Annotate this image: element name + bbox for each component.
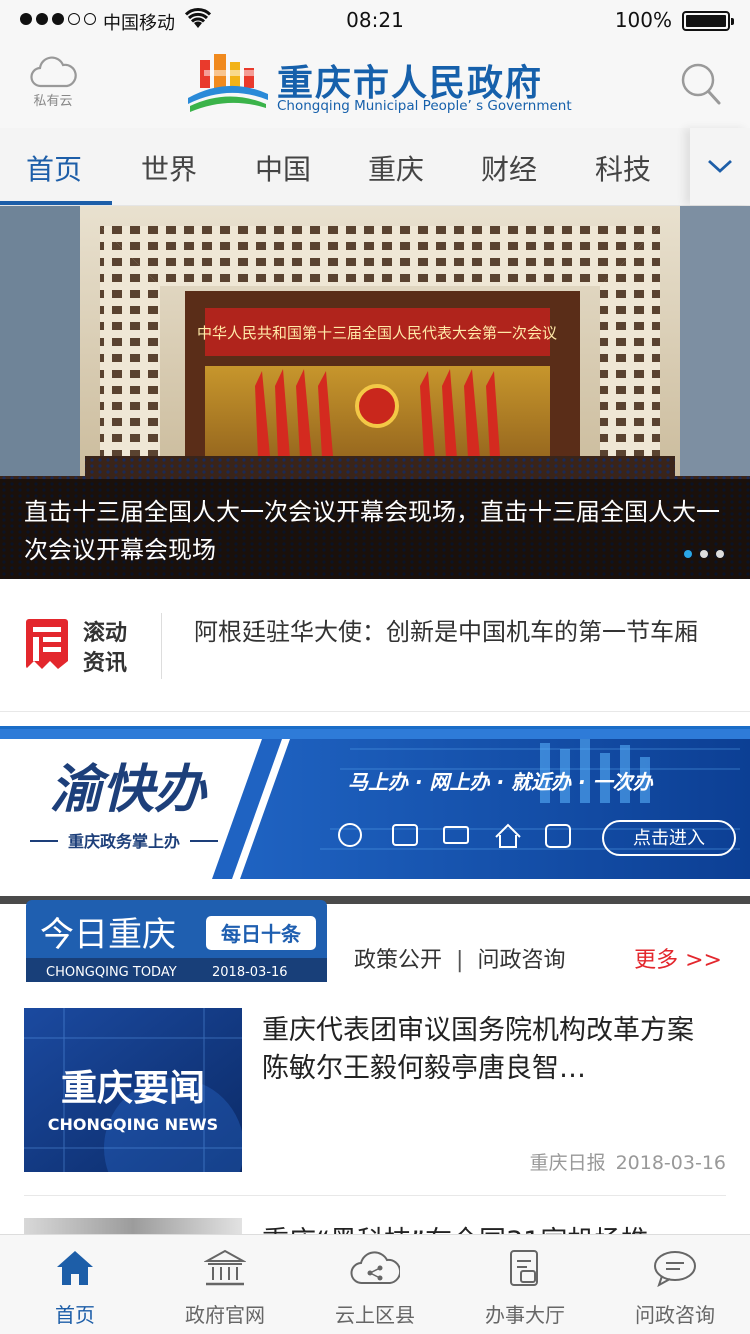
yukuaiban-slogan: 马上办 · 网上办 · 就近办 · 一次办 (348, 770, 654, 794)
category-tabs: 首页 世界 中国 重庆 财经 科技 (0, 128, 750, 206)
thumbnail-subtitle: CHONGQING NEWS (48, 1115, 218, 1134)
carousel-dot (716, 550, 724, 558)
private-cloud-label: 私有云 (33, 94, 73, 109)
banner-caption: 直击十三届全国人大一次会议开幕会现场，直击十三届全国人大一次会议开幕会现场 (0, 479, 750, 579)
tabbar-label: 云上区县 (335, 1303, 415, 1327)
cloud-share-icon (350, 1251, 400, 1285)
ticker-label-line1: 滚动 (83, 621, 128, 646)
government-title-en: Chongqing Municipal People’ s Government (277, 98, 572, 114)
yukuaiban-subtitle: 重庆政务掌上办 (68, 832, 180, 851)
app-header: 私有云 重庆市人民政府 Chongqing Municipal People’ … (0, 40, 750, 128)
chevron-down-icon (708, 159, 732, 173)
private-cloud-button[interactable]: 私有云 (22, 56, 84, 114)
tab-china[interactable]: 中国 (255, 148, 311, 188)
tab-chongqing[interactable]: 重庆 (368, 148, 424, 188)
divider (161, 613, 162, 679)
news-ticker-icon (26, 619, 68, 669)
government-logo: 重庆市人民政府 Chongqing Municipal People’ s Go… (184, 50, 584, 120)
list-item[interactable]: 重庆要闻 CHONGQING NEWS 重庆代表团审议国务院机构改革方案 陈敏尔… (24, 1008, 726, 1196)
ticker-headline[interactable]: 阿根廷驻华大使：创新是中国机车的第一节车厢 (194, 615, 714, 649)
tabbar-label: 问政咨询 (635, 1303, 715, 1327)
active-tab-indicator (0, 201, 112, 205)
hero-carousel[interactable]: 中华人民共和国第十三届全国人民代表大会第一次会议 直击十三届全国人大一次会议开幕… (0, 206, 750, 579)
link-separator: | (456, 948, 464, 973)
yukuaiban-enter-button[interactable]: 点击进入 (633, 828, 705, 849)
tabbar-cloud-districts[interactable]: 云上区县 (300, 1235, 450, 1334)
yukuaiban-brand: 渝快办 (50, 760, 208, 820)
tab-technology[interactable]: 科技 (595, 148, 651, 188)
hall-banner-text: 中华人民共和国第十三届全国人民代表大会第一次会议 (197, 324, 557, 342)
battery-icon (682, 11, 734, 31)
tabbar-label: 办事大厅 (485, 1303, 565, 1327)
today-title: 今日重庆 (40, 915, 176, 955)
today-chongqing-section: 今日重庆 每日十条 CHONGQING TODAY 2018-03-16 政策公… (0, 900, 750, 994)
city-emblem-icon (188, 54, 268, 112)
battery-percent: 100% (614, 8, 672, 32)
news-title: 重庆代表团审议国务院机构改革方案 陈敏尔王毅何毅亭唐良智… (262, 1015, 694, 1084)
today-date: 2018-03-16 (212, 965, 288, 980)
tabbar-home[interactable]: 首页 (0, 1235, 150, 1334)
cloud-icon (30, 56, 77, 88)
carousel-dot (700, 550, 708, 558)
inquiry-link[interactable]: 问政咨询 (477, 948, 565, 973)
ticker-label-line2: 资讯 (83, 651, 128, 676)
tab-home[interactable]: 首页 (26, 148, 82, 188)
tabbar-service-hall[interactable]: 办事大厅 (450, 1235, 600, 1334)
carousel-indicator (684, 550, 724, 558)
today-links: 政策公开 | 问政咨询 (354, 942, 565, 974)
thumbnail-title: 重庆要闻 (61, 1068, 205, 1109)
today-tag: 每日十条 (221, 922, 302, 946)
yukuaiban-banner-art: 渝快办 重庆政务掌上办 马上办 · 网上办 · 就近办 · 一次办 点击进入 (0, 729, 750, 880)
news-meta: 重庆日报 2018-03-16 (530, 1148, 726, 1175)
document-icon (510, 1250, 538, 1286)
bottom-tab-bar: 首页 政府官网 云上区县 办事大厅 问政咨询 (0, 1234, 750, 1334)
news-date: 2018-03-16 (615, 1152, 726, 1174)
yukuaiban-service-banner[interactable]: 渝快办 重庆政务掌上办 马上办 · 网上办 · 就近办 · 一次办 点击进入 (0, 726, 750, 880)
carousel-dot-active (684, 550, 692, 558)
banner-caption-text: 直击十三届全国人大一次会议开幕会现场，直击十三届全国人大一次会议开幕会现场 (24, 498, 720, 564)
ticker-label: 滚动 资讯 (83, 619, 127, 679)
tab-finance[interactable]: 财经 (481, 148, 537, 188)
today-en: CHONGQING TODAY (46, 965, 177, 980)
policy-open-link[interactable]: 政策公开 (354, 948, 442, 973)
tabbar-label: 首页 (55, 1303, 95, 1327)
today-chongqing-badge[interactable]: 今日重庆 每日十条 CHONGQING TODAY 2018-03-16 (26, 900, 327, 982)
tabbar-label: 政府官网 (185, 1303, 265, 1327)
news-ticker[interactable]: 滚动 资讯 阿根廷驻华大使：创新是中国机车的第一节车厢 (0, 579, 750, 712)
government-building-icon (204, 1249, 246, 1286)
tabbar-inquiry[interactable]: 问政咨询 (600, 1235, 750, 1334)
more-link[interactable]: 更多 >> (634, 942, 722, 974)
search-icon[interactable] (680, 62, 722, 106)
home-icon (57, 1251, 93, 1285)
more-tabs-button[interactable] (690, 128, 750, 205)
status-bar: 中国移动 08:21 100% (0, 0, 750, 40)
tab-world[interactable]: 世界 (141, 148, 197, 188)
news-thumbnail: 重庆要闻 CHONGQING NEWS (24, 1008, 242, 1172)
news-source: 重庆日报 (529, 1152, 606, 1174)
chat-bubble-icon (654, 1251, 696, 1287)
tabbar-government-site[interactable]: 政府官网 (150, 1235, 300, 1334)
